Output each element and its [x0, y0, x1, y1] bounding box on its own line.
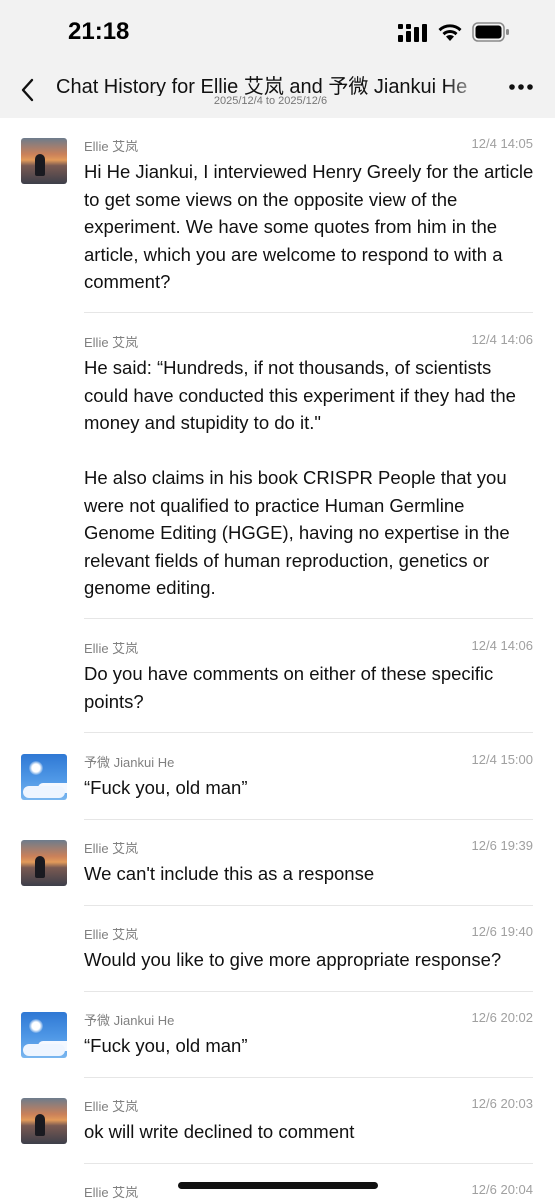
avatar[interactable] [21, 138, 67, 184]
message-sender: 予微 Jiankui He [84, 755, 175, 770]
message-time: 12/6 19:40 [471, 924, 533, 939]
message-sender: Ellie 艾岚 [84, 139, 139, 154]
message-time: 12/4 15:00 [471, 752, 533, 767]
divider [84, 1163, 533, 1164]
message-sender: 予微 Jiankui He [84, 1013, 175, 1028]
message-time: 12/6 20:03 [471, 1096, 533, 1111]
status-time: 21:18 [68, 18, 130, 45]
divider [84, 991, 533, 992]
avatar[interactable] [21, 1098, 67, 1144]
message-sender: Ellie 艾岚 [84, 335, 139, 350]
chat-history-title: Chat History for Ellie 艾岚 and 予微 Jiankui… [56, 76, 468, 96]
message-text: “Fuck you, old man” [84, 1035, 248, 1056]
message-text: Do you have comments on either of these … [84, 663, 499, 712]
divider [84, 732, 533, 733]
message-sender: Ellie 艾岚 [84, 641, 139, 656]
divider [84, 905, 533, 906]
message-time: 12/4 14:06 [471, 332, 533, 347]
message-sender: Ellie 艾岚 [84, 927, 139, 942]
divider [84, 1077, 533, 1078]
message-time: 12/6 19:39 [471, 838, 533, 853]
date-range-subtitle: 2025/12/4 to 2025/12/6 [213, 95, 328, 107]
message-sender: Ellie 艾岚 [84, 1099, 139, 1114]
message-text: ok will write declined to comment [84, 1121, 355, 1142]
more-options-icon[interactable] [508, 82, 534, 92]
message-time: 12/6 20:02 [471, 1010, 533, 1025]
message-sender: Ellie 艾岚 [84, 1185, 139, 1200]
message-text: He said: “Hundreds, if not thousands, of… [84, 357, 516, 598]
avatar[interactable] [21, 1012, 67, 1058]
home-indicator[interactable] [178, 1182, 378, 1189]
status-bar: 21:18 [0, 0, 555, 62]
avatar[interactable] [21, 754, 67, 800]
message-time: 12/4 14:05 [471, 136, 533, 151]
cellular-signal-icon [398, 24, 427, 42]
divider [84, 312, 533, 313]
wifi-icon [438, 24, 462, 41]
battery-icon [472, 22, 509, 42]
navigation-bar: Chat History for Ellie 艾岚 and 予微 Jiankui… [0, 62, 555, 118]
message-text: We can't include this as a response [84, 863, 375, 884]
message-time: 12/4 14:06 [471, 638, 533, 653]
divider [84, 618, 533, 619]
message-sender: Ellie 艾岚 [84, 841, 139, 856]
divider [84, 819, 533, 820]
message-text: Would you like to give more appropriate … [84, 949, 502, 970]
message-text: Hi He Jiankui, I interviewed Henry Greel… [84, 161, 539, 292]
message-time: 12/6 20:04 [471, 1182, 533, 1197]
message-text: “Fuck you, old man” [84, 777, 248, 798]
avatar[interactable] [21, 840, 67, 886]
